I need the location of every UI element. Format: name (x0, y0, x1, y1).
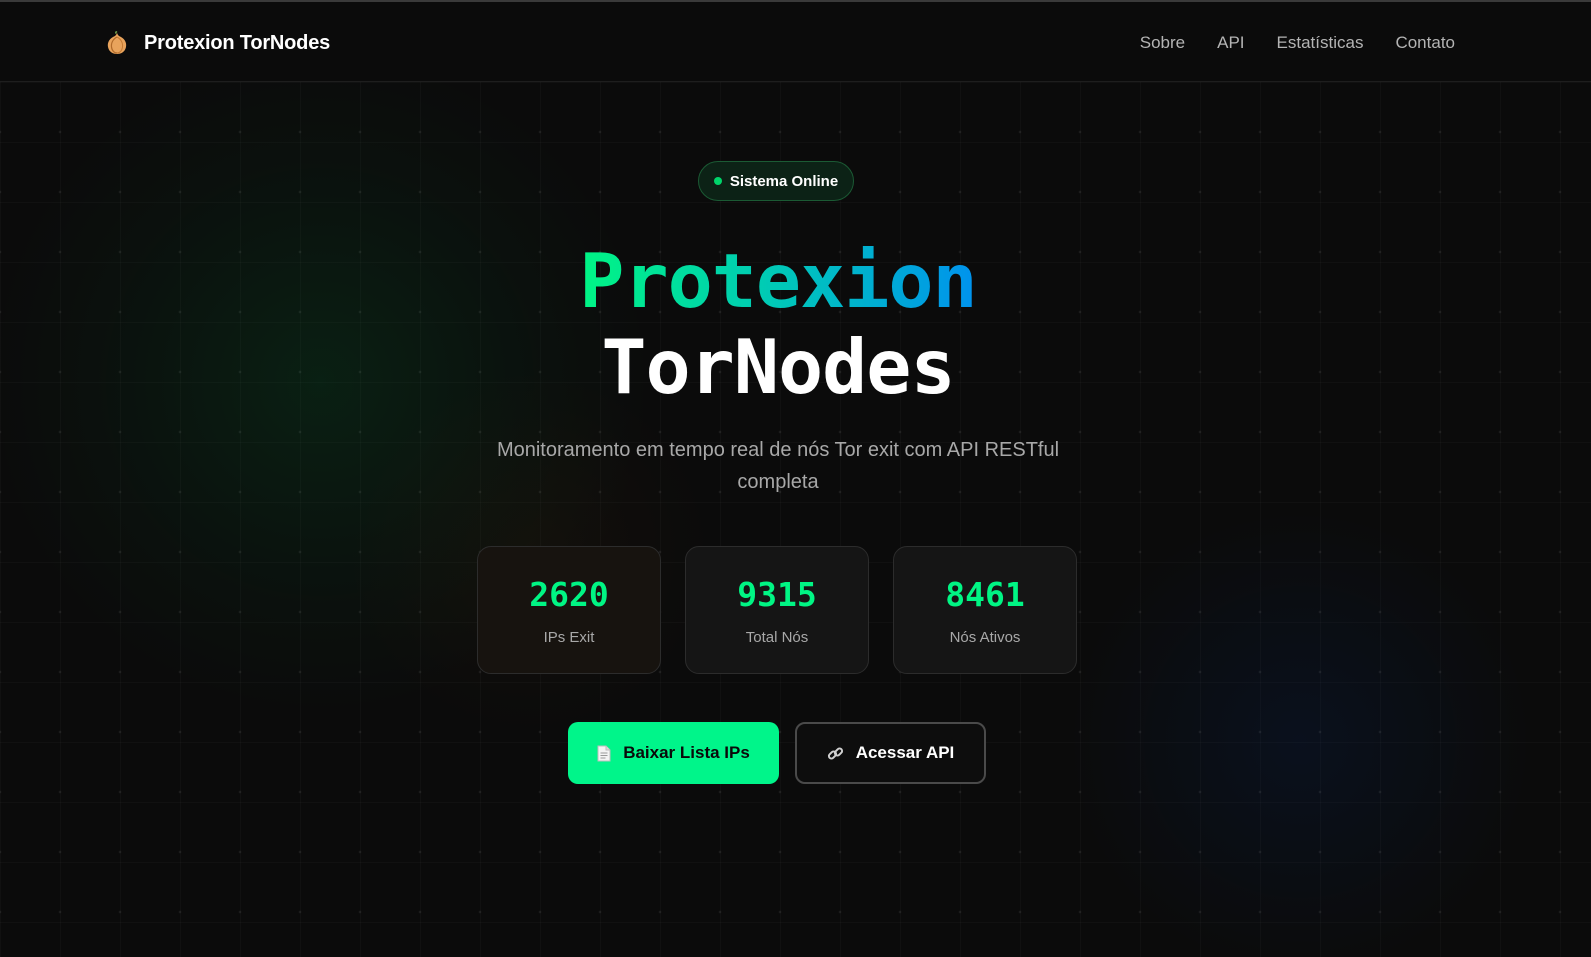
nav-link-contato[interactable]: Contato (1395, 33, 1455, 53)
stat-value: 9315 (737, 575, 817, 614)
stat-label: Nós Ativos (949, 629, 1021, 646)
onion-icon (107, 31, 127, 54)
stat-label: IPs Exit (543, 629, 595, 646)
brand-logo-link[interactable]: Protexion TorNodes (106, 28, 330, 58)
stat-value: 8461 (945, 575, 1025, 614)
nav-link-sobre[interactable]: Sobre (1140, 33, 1185, 53)
hero-subtitle: Monitoramento em tempo real de nós Tor e… (496, 439, 1060, 493)
nav-link-api[interactable]: API (1217, 33, 1244, 53)
status-badge: Sistema Online (698, 161, 854, 201)
hero-title-line1: Protexion (0, 236, 1556, 326)
hero-title-line2: TorNodes (601, 323, 955, 411)
stat-label: Total Nós (745, 629, 809, 646)
access-api-button[interactable]: Acessar API (795, 722, 986, 784)
api-button-label: Acessar API (855, 743, 955, 762)
document-icon (597, 745, 611, 762)
download-ip-list-button[interactable]: Baixar Lista IPs (568, 722, 779, 784)
download-button-label: Baixar Lista IPs (623, 743, 750, 762)
stat-card-total-nos: 9315 Total Nós (685, 546, 869, 674)
background-dot-grid (0, 82, 1591, 957)
main-nav: Sobre API Estatísticas Contato (1108, 30, 1455, 56)
status-badge-text: Sistema Online (729, 172, 839, 190)
status-dot-icon (713, 177, 722, 185)
link-icon (827, 745, 844, 762)
hero-title-gradient-text: Protexion (579, 237, 977, 325)
site-header: Protexion TorNodes Sobre API Estatística… (0, 2, 1591, 82)
nav-link-estatisticas[interactable]: Estatísticas (1277, 33, 1364, 53)
brand-name: Protexion TorNodes (144, 31, 331, 54)
stat-card-ips-exit: 2620 IPs Exit (477, 546, 661, 674)
stat-value: 2620 (529, 575, 609, 614)
stat-card-nos-ativos: 8461 Nós Ativos (893, 546, 1077, 674)
